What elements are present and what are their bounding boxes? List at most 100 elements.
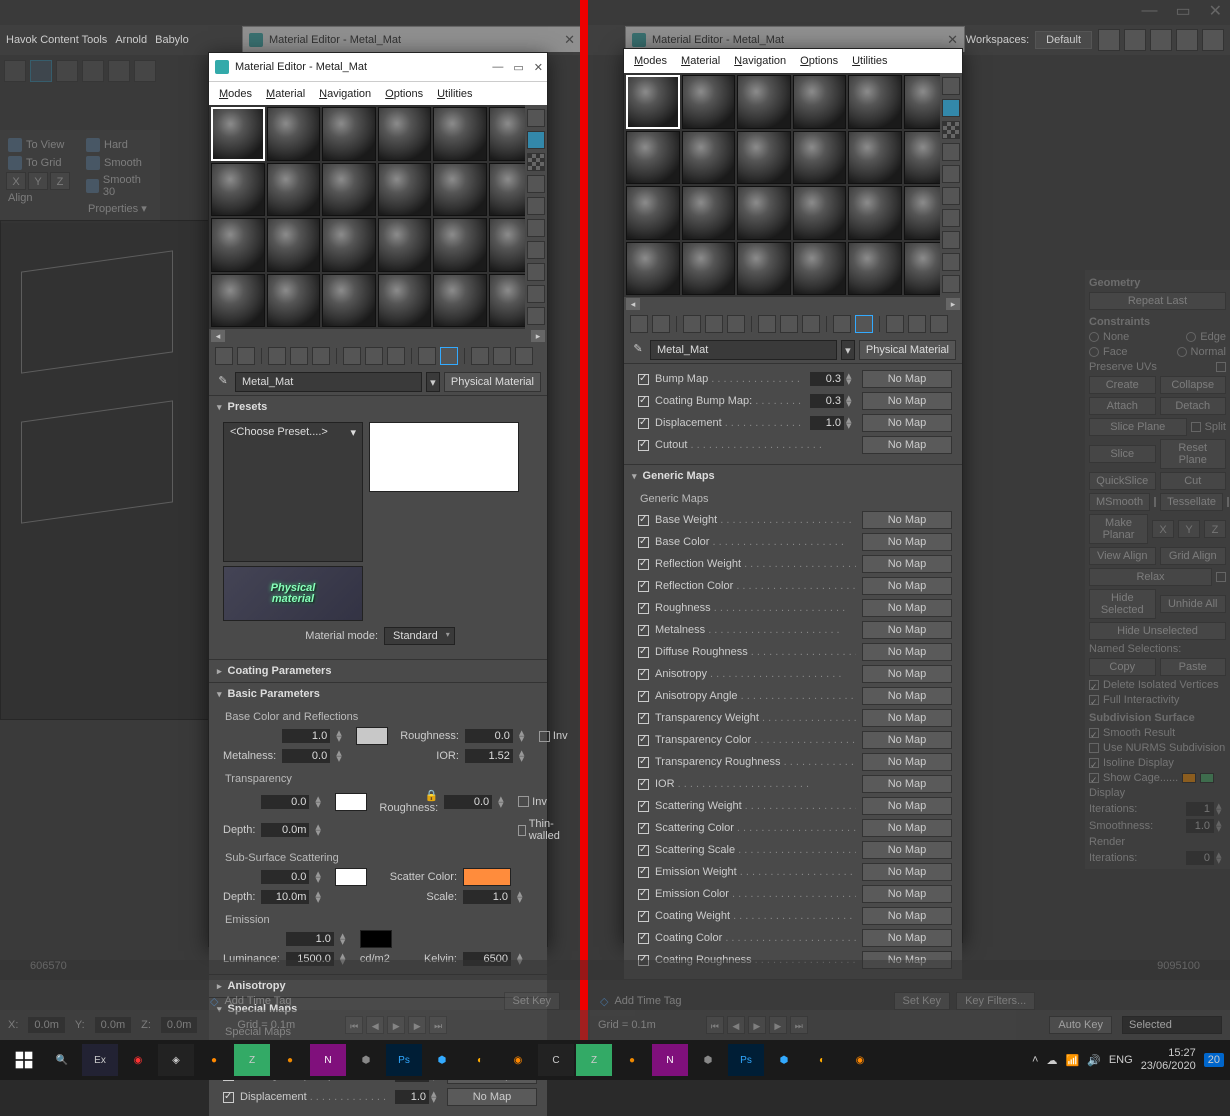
roughness-spinner[interactable]: 0.0 <box>465 729 513 743</box>
map-enable-checkbox[interactable] <box>638 418 649 429</box>
x-coord[interactable]: 0.0m <box>28 1017 64 1033</box>
select-icon[interactable] <box>942 231 960 249</box>
cut-button[interactable]: Cut <box>1160 472 1227 490</box>
taskbar-app[interactable]: Ex <box>82 1044 118 1076</box>
next-frame-icon[interactable]: ▶ <box>408 1016 426 1034</box>
map-slot-button[interactable]: No Map <box>862 907 952 925</box>
axis-y-button[interactable]: Y <box>28 172 48 190</box>
slice-button[interactable]: Slice <box>1089 445 1156 463</box>
map-enable-checkbox[interactable] <box>638 757 649 768</box>
map-enable-checkbox[interactable] <box>223 1092 234 1103</box>
toolbar-icon[interactable] <box>1176 29 1198 51</box>
toolbar-icon[interactable] <box>1098 29 1120 51</box>
maximize-icon[interactable]: ▭ <box>1175 1 1190 21</box>
go-sibling-icon[interactable] <box>515 347 533 365</box>
close-icon[interactable]: ✕ <box>1209 1 1222 21</box>
menu-arnold[interactable]: Arnold <box>115 34 147 46</box>
map-slot-button[interactable]: No Map <box>862 436 952 454</box>
map-slot-button[interactable]: No Map <box>447 1088 537 1106</box>
map-enable-checkbox[interactable] <box>638 823 649 834</box>
scroll-left-icon[interactable]: ◂ <box>626 298 640 310</box>
taskbar-app[interactable]: ◉ <box>500 1044 536 1076</box>
prev-frame-icon[interactable]: ◀ <box>727 1016 745 1034</box>
time-tag-icon[interactable]: ◇ <box>210 995 218 1008</box>
show-map-icon[interactable] <box>440 347 458 365</box>
material-type-button[interactable]: Physical Material <box>859 340 956 360</box>
sample-slot[interactable] <box>848 75 902 129</box>
map-enable-checkbox[interactable] <box>638 911 649 922</box>
make-copy-icon[interactable] <box>343 347 361 365</box>
map-slot-button[interactable]: No Map <box>862 555 952 573</box>
tb-icon[interactable] <box>30 60 52 82</box>
eyedropper-icon[interactable]: ✎ <box>215 374 231 390</box>
eyedropper-icon[interactable]: ✎ <box>630 342 646 358</box>
delete-iso-checkbox[interactable] <box>1089 680 1099 690</box>
set-key-button[interactable]: Set Key <box>504 992 561 1010</box>
minimize-icon[interactable]: — <box>1141 2 1157 20</box>
goto-end-icon[interactable]: ⏭ <box>790 1016 808 1034</box>
map-amount-spinner[interactable]: 1.0▴▾ <box>810 416 856 430</box>
full-int-checkbox[interactable] <box>1089 695 1099 705</box>
map-amount-spinner[interactable]: 0.3▴▾ <box>810 372 856 386</box>
sample-slot[interactable] <box>322 163 376 217</box>
sample-uv-icon[interactable] <box>942 143 960 161</box>
ior-spinner[interactable]: 1.52 <box>465 749 513 763</box>
sample-slot[interactable] <box>267 274 321 328</box>
key-mode-dropdown[interactable]: Selected <box>1122 1016 1222 1034</box>
relax-button[interactable]: Relax <box>1089 568 1212 586</box>
msmooth-opts[interactable] <box>1154 497 1156 507</box>
taskbar-app[interactable]: N <box>652 1044 688 1076</box>
msmooth-button[interactable]: MSmooth <box>1089 493 1150 511</box>
to-view-button[interactable]: To View <box>6 136 70 154</box>
tray-clock[interactable]: 15:2723/06/2020 <box>1141 1047 1196 1073</box>
toolbar-icon[interactable] <box>1202 29 1224 51</box>
make-copy-icon[interactable] <box>758 315 776 333</box>
map-enable-checkbox[interactable] <box>638 440 649 451</box>
menu-babylon[interactable]: Babylo <box>155 34 189 46</box>
tb-icon[interactable] <box>56 60 78 82</box>
rollout-generic-maps[interactable]: Generic Maps <box>624 465 962 487</box>
select-icon[interactable] <box>527 263 545 281</box>
lock-icon[interactable]: 🔒 <box>424 790 438 802</box>
taskbar-app[interactable]: Z <box>234 1044 270 1076</box>
menu-modes[interactable]: Modes <box>219 88 252 100</box>
reset-icon[interactable] <box>290 347 308 365</box>
tb-icon[interactable] <box>134 60 156 82</box>
view-align-button[interactable]: View Align <box>1089 547 1156 565</box>
tray-keyboard[interactable]: ENG <box>1109 1054 1133 1066</box>
menu-utilities[interactable]: Utilities <box>852 55 887 67</box>
sample-slot[interactable] <box>378 218 432 272</box>
key-filters-button[interactable]: Key Filters... <box>956 992 1035 1010</box>
map-enable-checkbox[interactable] <box>638 603 649 614</box>
close-icon[interactable]: ✕ <box>534 61 543 74</box>
maximize-icon[interactable]: ▭ <box>513 61 523 74</box>
sample-slot[interactable] <box>267 107 321 161</box>
map-slot-button[interactable]: No Map <box>862 687 952 705</box>
sample-slot[interactable] <box>211 107 265 161</box>
sss-depth-spinner[interactable]: 10.0m <box>261 890 309 904</box>
material-map-icon[interactable] <box>942 253 960 271</box>
radio-normal[interactable] <box>1177 347 1187 357</box>
sample-slot[interactable] <box>433 163 487 217</box>
map-slot-button[interactable]: No Map <box>862 753 952 771</box>
menu-material[interactable]: Material <box>266 88 305 100</box>
map-slot-button[interactable]: No Map <box>862 392 952 410</box>
sss-weight-spinner[interactable]: 0.0 <box>261 870 309 884</box>
map-enable-checkbox[interactable] <box>638 515 649 526</box>
rollout-presets[interactable]: Presets <box>209 396 547 418</box>
scroll-right-icon[interactable]: ▸ <box>946 298 960 310</box>
sample-slot[interactable] <box>626 186 680 240</box>
sample-slot[interactable] <box>211 163 265 217</box>
sample-slot[interactable] <box>682 186 736 240</box>
tessellate-button[interactable]: Tessellate <box>1160 493 1223 511</box>
base-color-swatch[interactable] <box>356 727 388 745</box>
map-enable-checkbox[interactable] <box>638 537 649 548</box>
viewport[interactable] <box>0 220 210 720</box>
scroll-left-icon[interactable]: ◂ <box>211 330 225 342</box>
smooth-result-checkbox[interactable] <box>1089 728 1099 738</box>
taskbar-start[interactable] <box>6 1044 42 1076</box>
iterations-spinner[interactable]: 1▴▾ <box>1186 802 1226 816</box>
map-slot-button[interactable]: No Map <box>862 863 952 881</box>
reset-plane-button[interactable]: Reset Plane <box>1160 439 1227 469</box>
make-unique-icon[interactable] <box>365 347 383 365</box>
